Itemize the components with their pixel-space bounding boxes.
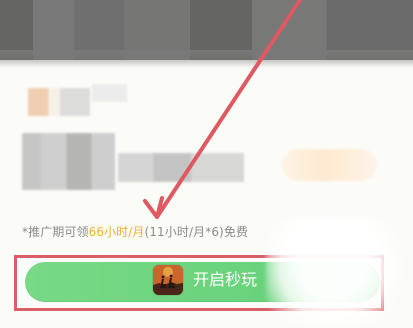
blurred-block-3 — [118, 153, 244, 182]
blurred-overlay — [266, 216, 413, 328]
promotion-note-prefix: *推广期可领 — [22, 225, 89, 239]
promotion-note: *推广期可领66小时/月(11小时/月*6)免费 — [22, 223, 248, 240]
promotion-note-suffix: (11小时/月*6)免费 — [144, 225, 249, 239]
game-icon — [153, 265, 183, 295]
blurred-header — [0, 0, 413, 68]
blurred-block-2 — [22, 133, 115, 190]
blurred-block-5 — [92, 84, 127, 102]
blurred-block-1 — [28, 88, 90, 116]
promotion-note-highlight: 66小时/月 — [88, 225, 145, 239]
blurred-block-4 — [282, 149, 377, 181]
start-instant-play-label: 开启秒玩 — [193, 270, 258, 289]
